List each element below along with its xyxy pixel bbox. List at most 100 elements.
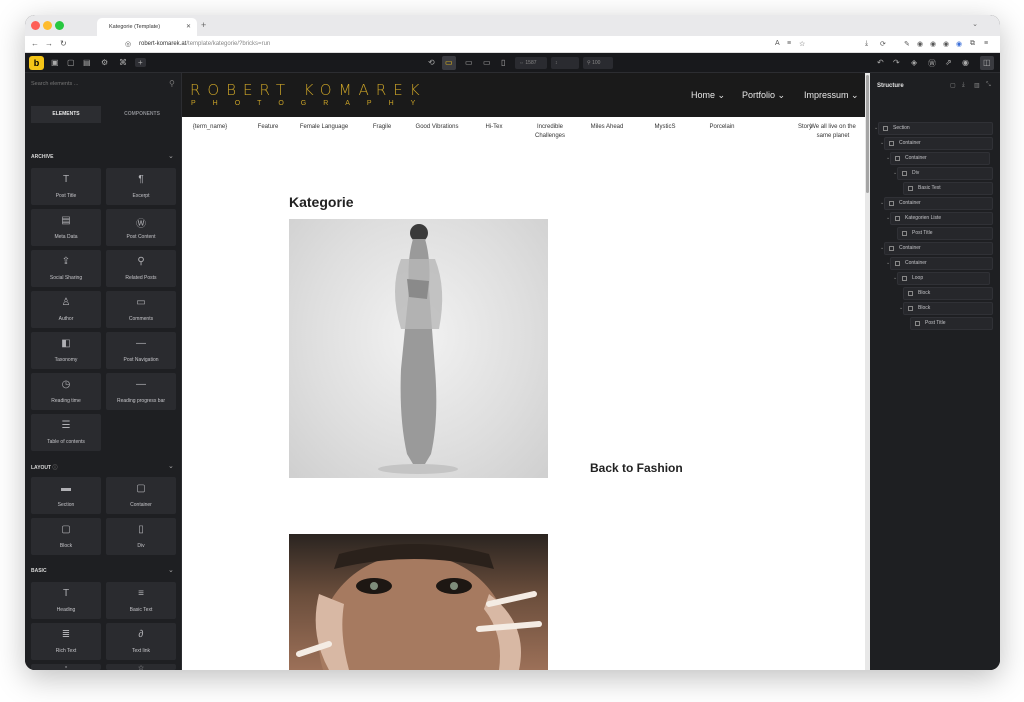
structure-row-kategorien-liste[interactable]: Kategorien Liste: [890, 212, 993, 225]
structure-row-post-title[interactable]: Post Title: [910, 317, 993, 330]
element-icon[interactable]: ☆: [106, 664, 176, 670]
reader-icon[interactable]: ≡: [787, 40, 791, 47]
element-reading-time[interactable]: ◷ Reading time: [31, 373, 101, 410]
extension-3-icon[interactable]: ◉: [943, 40, 949, 48]
zoom-input[interactable]: ⚲ 100: [583, 57, 613, 69]
element-related-posts[interactable]: ⚲ Related Posts: [106, 250, 176, 287]
tab-components[interactable]: COMPONENTS: [107, 106, 177, 123]
structure-row-container[interactable]: Container: [890, 257, 993, 270]
brand-name[interactable]: ROBERT KOMAREK: [190, 81, 427, 99]
element-div[interactable]: ▯ Div: [106, 518, 176, 555]
structure-row-container[interactable]: Container: [884, 242, 993, 255]
bookmark-star-icon[interactable]: ☆: [799, 40, 805, 48]
account-icon[interactable]: ◉: [956, 40, 962, 48]
command-icon[interactable]: ⌘: [119, 58, 127, 67]
layers-icon[interactable]: ◈: [911, 58, 917, 67]
download-icon[interactable]: ⤓: [865, 40, 868, 48]
sync-icon[interactable]: ⟳: [880, 40, 886, 48]
new-tab-icon[interactable]: +: [201, 20, 206, 30]
category-archive[interactable]: ARCHIVE: [31, 154, 54, 160]
category-link[interactable]: Hi-Tex: [476, 123, 512, 132]
element-section[interactable]: ▬ Section: [31, 477, 101, 514]
post-title[interactable]: Back to Fashion: [590, 461, 683, 475]
element-meta-data[interactable]: ▤ Meta Data: [31, 209, 101, 246]
search-elements-input[interactable]: Search elements ...: [31, 81, 78, 87]
category-link[interactable]: Fragile: [364, 123, 400, 132]
element-post-content[interactable]: Ⓦ Post Content: [106, 209, 176, 246]
structure-row-div[interactable]: Div: [897, 167, 993, 180]
copy-icon[interactable]: ▢: [950, 82, 956, 89]
mobile-breakpoint-icon[interactable]: ▯: [501, 58, 505, 67]
element-reading-progress-bar[interactable]: — Reading progress bar: [106, 373, 176, 410]
element-text-link[interactable]: ∂ Text link: [106, 623, 176, 660]
paste-icon[interactable]: ⤓: [962, 82, 965, 89]
scrollbar-thumb[interactable]: [866, 75, 869, 193]
post-featured-image[interactable]: [289, 219, 548, 478]
trash-icon[interactable]: ▥: [974, 82, 980, 89]
url-field[interactable]: robert-komarek.at/template/kategorie/?br…: [139, 41, 270, 47]
elements-icon[interactable]: ▣: [51, 58, 59, 67]
preview-eye-icon[interactable]: ◉: [962, 58, 969, 67]
collapse-icon[interactable]: ⤡: [986, 82, 991, 89]
category-link[interactable]: MysticS: [644, 123, 686, 132]
bricks-logo[interactable]: b: [29, 56, 44, 70]
category-link[interactable]: Porcelain: [700, 123, 744, 132]
templates-icon[interactable]: ▤: [83, 58, 91, 67]
category-link[interactable]: Good Vibrations: [410, 123, 464, 132]
element-heading[interactable]: T Heading: [31, 582, 101, 619]
menu-home[interactable]: Home ⌄: [691, 90, 725, 101]
pages-icon[interactable]: ▢: [67, 58, 75, 67]
category-link[interactable]: Incredible Challenges: [528, 123, 572, 141]
wordpress-icon[interactable]: Ⓦ: [928, 58, 936, 69]
site-info-icon[interactable]: ◎: [125, 40, 131, 48]
structure-row-container[interactable]: Container: [884, 137, 993, 150]
tablet-breakpoint-icon[interactable]: ▭: [483, 58, 491, 67]
menu-impressum[interactable]: Impressum ⌄: [804, 90, 859, 101]
close-window-button[interactable]: [31, 21, 40, 30]
element-author[interactable]: ♙ Author: [31, 291, 101, 328]
height-input[interactable]: ↕: [551, 57, 579, 69]
preview-canvas[interactable]: ROBERT KOMAREK PHOTOGRAPHY Home ⌄ Portfo…: [182, 73, 865, 670]
chevron-down-icon[interactable]: ⌄: [168, 152, 174, 160]
laptop-breakpoint-icon[interactable]: ▭: [465, 58, 473, 67]
close-tab-icon[interactable]: ✕: [186, 23, 191, 30]
category-link[interactable]: Feature: [250, 123, 286, 132]
redo-icon[interactable]: ↷: [893, 58, 900, 67]
category-link[interactable]: Miles Ahead: [582, 123, 632, 132]
structure-row-block[interactable]: Block: [903, 287, 993, 300]
element-table-of-contents[interactable]: ☰ Table of contents: [31, 414, 101, 451]
structure-row-block[interactable]: Block: [903, 302, 993, 315]
element-rich-text[interactable]: ≣ Rich Text: [31, 623, 101, 660]
category-link[interactable]: Female Language: [294, 123, 354, 132]
structure-row-loop[interactable]: Loop: [897, 272, 990, 285]
forward-icon[interactable]: →: [45, 39, 53, 48]
extensions-puzzle-icon[interactable]: ⧉: [970, 40, 975, 48]
element-post-navigation[interactable]: — Post Navigation: [106, 332, 176, 369]
post-featured-image-2[interactable]: [289, 534, 548, 670]
category-link[interactable]: We all live on the same planet: [806, 123, 860, 141]
chevron-down-icon[interactable]: ⌄: [168, 566, 174, 574]
add-element-icon[interactable]: +: [135, 58, 146, 67]
structure-row-container[interactable]: Container: [890, 152, 990, 165]
reload-icon[interactable]: ↻: [60, 39, 67, 48]
element-excerpt[interactable]: ¶ Excerpt: [106, 168, 176, 205]
element-block[interactable]: ▢ Block: [31, 518, 101, 555]
element-social-sharing[interactable]: ⇪ Social Sharing: [31, 250, 101, 287]
chevron-down-icon[interactable]: ⌄: [168, 462, 174, 470]
minimize-window-button[interactable]: [43, 21, 52, 30]
tools-icon[interactable]: ✎: [904, 40, 910, 48]
extension-icon[interactable]: ◉: [917, 40, 923, 48]
element-container[interactable]: ▢ Container: [106, 477, 176, 514]
back-icon[interactable]: ←: [31, 39, 39, 48]
desktop-breakpoint-icon[interactable]: ▭: [445, 58, 453, 67]
refresh-preview-icon[interactable]: ⟲: [428, 58, 435, 67]
structure-row-basic-text[interactable]: Basic Text: [903, 182, 993, 195]
element-comments[interactable]: ▭ Comments: [106, 291, 176, 328]
element-button[interactable]: ▫: [31, 664, 101, 670]
category-link[interactable]: {term_name}: [190, 123, 230, 132]
external-link-icon[interactable]: ⇗: [945, 58, 952, 67]
extension-2-icon[interactable]: ◉: [930, 40, 936, 48]
browser-tab[interactable]: Kategorie (Template) ✕: [97, 18, 197, 36]
translate-icon[interactable]: A: [775, 40, 780, 47]
element-post-title[interactable]: T Post Title: [31, 168, 101, 205]
